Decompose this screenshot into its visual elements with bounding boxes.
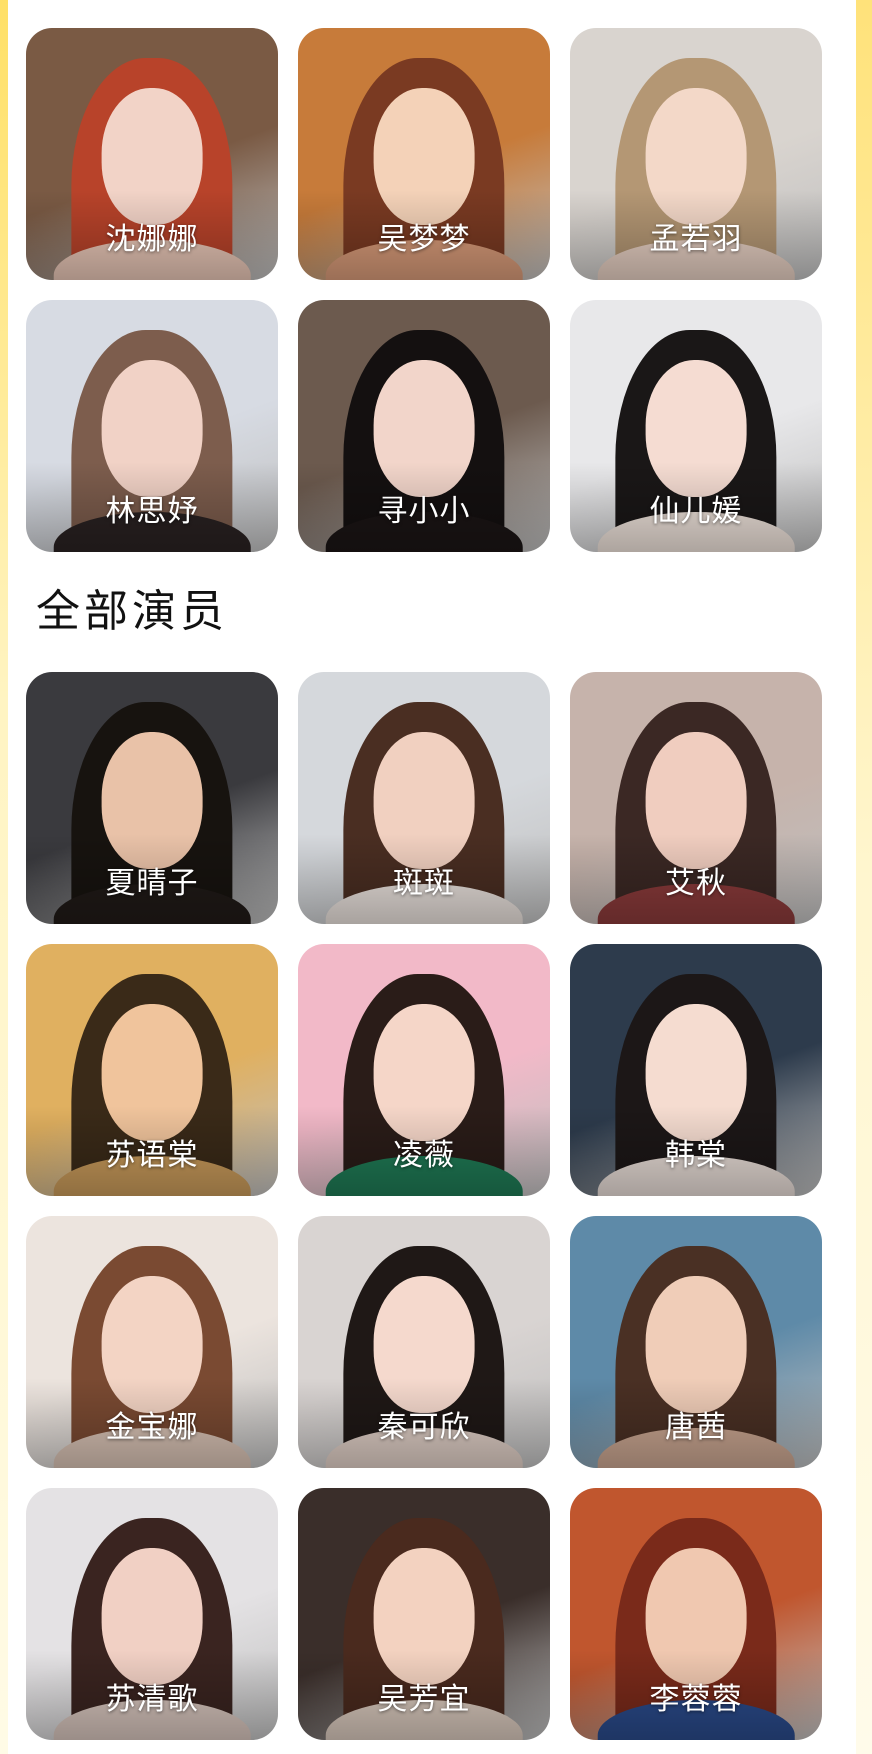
performer-name: 苏清歌 [105,1682,199,1717]
performer-name: 斑斑 [393,866,455,901]
all-performers-grid: 夏晴子 斑斑 艾秋 苏语棠 凌薇 韩棠 金宝娜 秦可欣 唐茜 苏清歌 吴芳宜 李… [26,672,826,1740]
performer-card[interactable]: 林思妤 [26,300,278,552]
performer-name: 苏语棠 [105,1138,199,1173]
performer-name: 韩棠 [665,1138,727,1173]
section-title-all-performers: 全部演员 [36,586,228,637]
performer-name: 沈娜娜 [105,222,199,257]
performer-name: 唐茜 [665,1410,727,1445]
performer-name: 李蓉蓉 [649,1682,743,1717]
performer-card[interactable]: 苏清歌 [26,1488,278,1740]
performer-name: 凌薇 [393,1138,455,1173]
performer-card[interactable]: 凌薇 [298,944,550,1196]
performer-card[interactable]: 沈娜娜 [26,28,278,280]
performer-card[interactable]: 秦可欣 [298,1216,550,1468]
performer-name: 吴梦梦 [377,222,471,257]
performer-name: 吴芳宜 [377,1682,471,1717]
performer-name: 仙儿媛 [649,494,743,529]
performer-name: 林思妤 [105,494,199,529]
performer-card[interactable]: 孟若羽 [570,28,822,280]
featured-performers-grid: 沈娜娜 吴梦梦 孟若羽 林思妤 寻小小 仙儿媛 [26,28,826,552]
performer-name: 孟若羽 [649,222,743,257]
performer-card[interactable]: 寻小小 [298,300,550,552]
performer-card[interactable]: 唐茜 [570,1216,822,1468]
performer-card[interactable]: 斑斑 [298,672,550,924]
performer-card[interactable]: 吴芳宜 [298,1488,550,1740]
performer-card[interactable]: 李蓉蓉 [570,1488,822,1740]
left-edge-accent [0,0,8,1754]
performer-card[interactable]: 金宝娜 [26,1216,278,1468]
performer-name: 秦可欣 [377,1410,471,1445]
performer-card[interactable]: 吴梦梦 [298,28,550,280]
performer-card[interactable]: 夏晴子 [26,672,278,924]
performer-card[interactable]: 苏语棠 [26,944,278,1196]
performer-card[interactable]: 韩棠 [570,944,822,1196]
performer-card[interactable]: 艾秋 [570,672,822,924]
performer-name: 艾秋 [665,866,727,901]
performer-card[interactable]: 仙儿媛 [570,300,822,552]
performer-name: 金宝娜 [105,1410,199,1445]
right-edge-accent [856,0,872,1754]
performer-name: 夏晴子 [105,866,199,901]
performer-name: 寻小小 [377,494,471,529]
